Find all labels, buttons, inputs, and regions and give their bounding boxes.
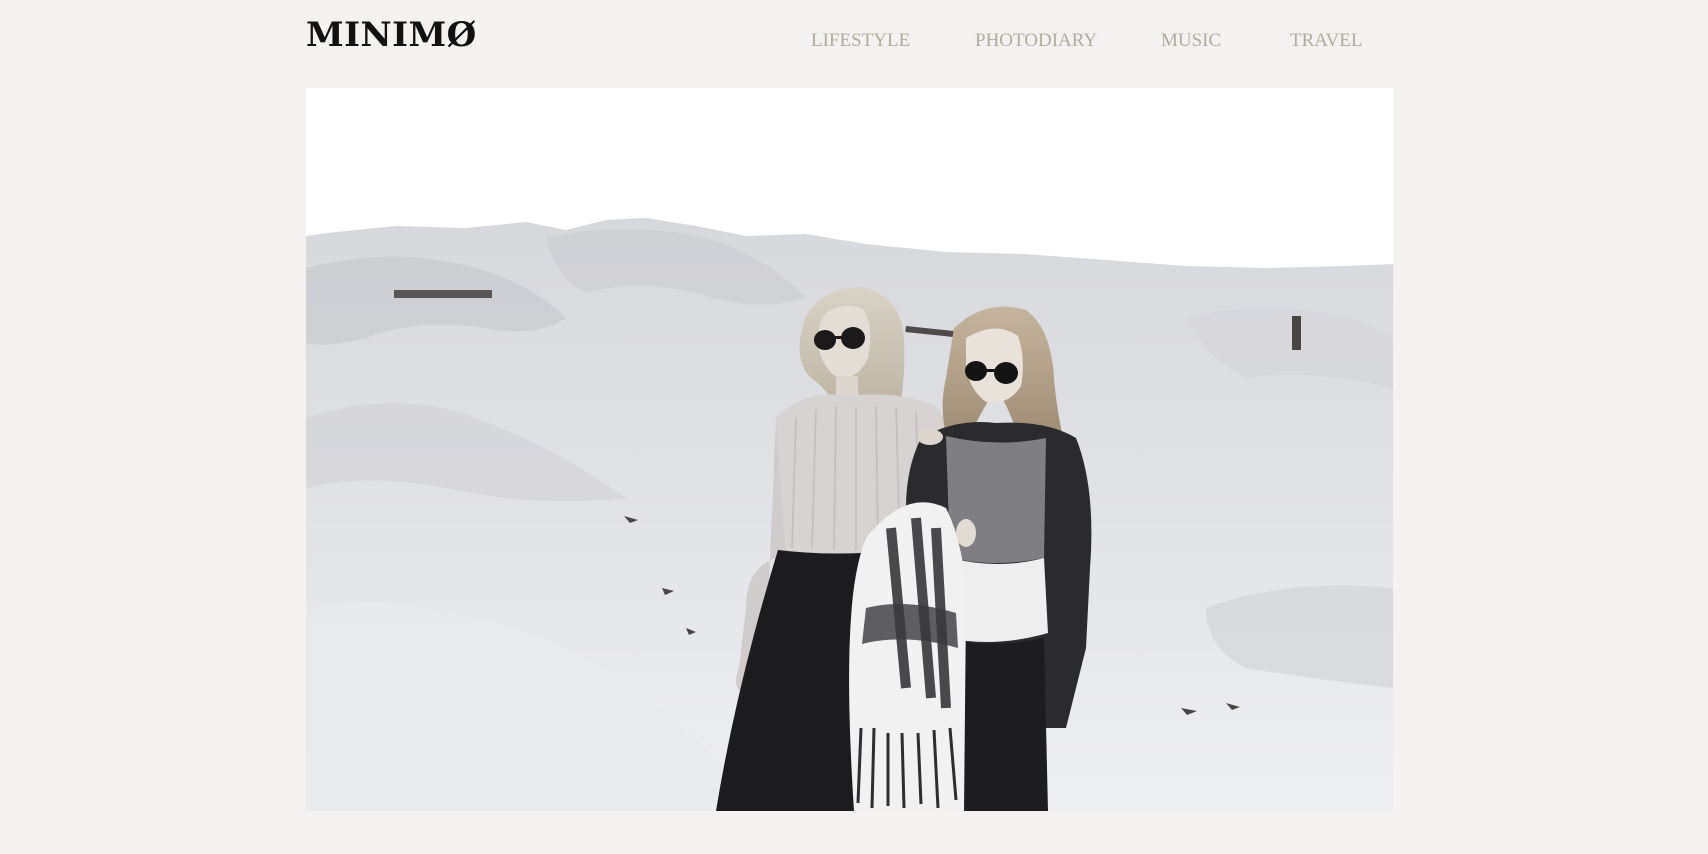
page: MINIMØ LIFESTYLE PHOTODIARY MUSIC TRAVEL <box>0 0 1708 854</box>
hero-photo <box>306 88 1393 811</box>
nav-item-travel[interactable]: TRAVEL <box>1290 26 1362 56</box>
main-nav: LIFESTYLE PHOTODIARY MUSIC TRAVEL <box>0 26 1708 56</box>
nav-item-lifestyle[interactable]: LIFESTYLE <box>811 26 910 56</box>
fringed-blanket <box>849 502 976 811</box>
hero-image[interactable] <box>306 88 1393 811</box>
nav-item-photodiary[interactable]: PHOTODIARY <box>975 26 1097 56</box>
nav-item-music[interactable]: MUSIC <box>1161 26 1221 56</box>
